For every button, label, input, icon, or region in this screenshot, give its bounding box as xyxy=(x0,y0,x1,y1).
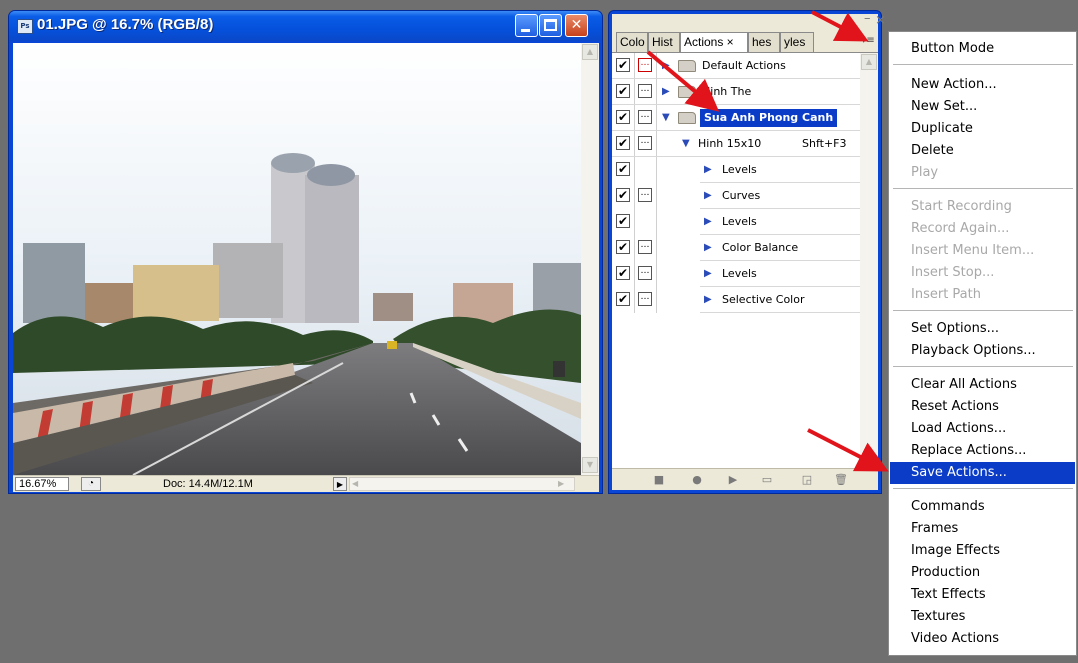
arrow-to-save-actions xyxy=(807,428,889,472)
arrow-to-panel-menu xyxy=(811,10,869,42)
annotation-arrows xyxy=(646,10,889,472)
arrow-to-selected-set xyxy=(646,50,720,112)
